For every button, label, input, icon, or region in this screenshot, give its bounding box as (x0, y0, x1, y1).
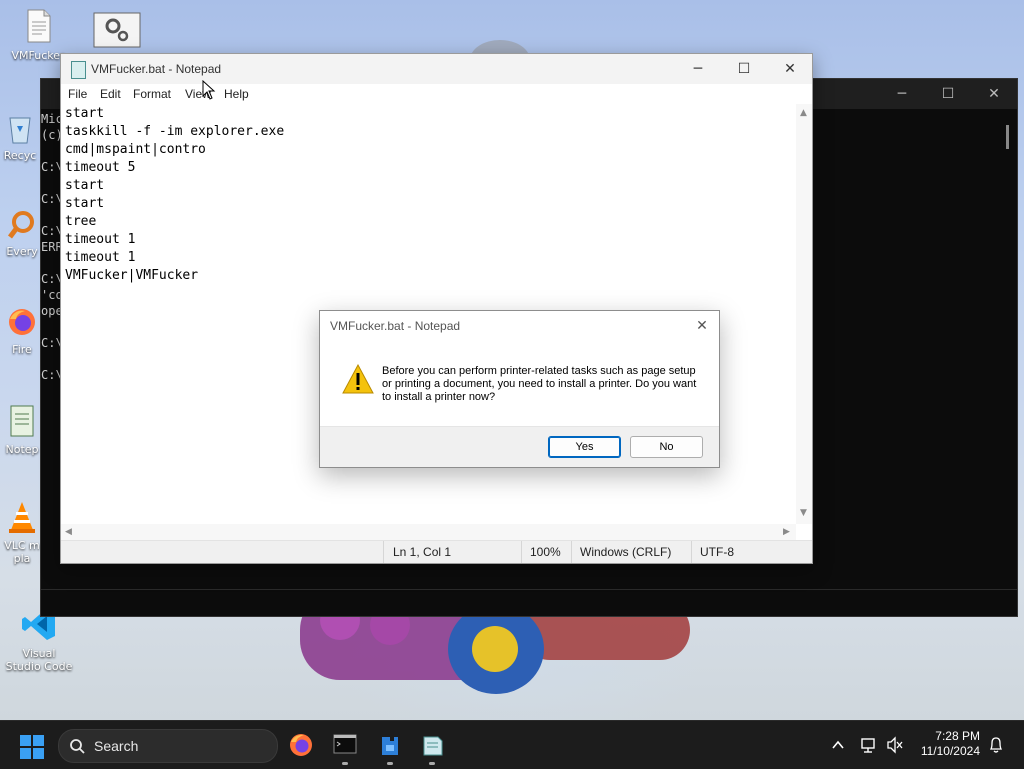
notepad-titlebar[interactable]: VMFucker.bat - Notepad ─ ☐ ✕ (61, 54, 812, 84)
running-indicator (387, 762, 393, 765)
vertical-scrollbar[interactable]: ▲ ▼ (796, 104, 812, 524)
desktop-icon-notepad[interactable]: Notep (0, 404, 44, 456)
minimize-icon[interactable]: ─ (675, 54, 721, 84)
desktop-icon-firefox[interactable]: Fire (0, 306, 44, 356)
text-file-icon (27, 9, 51, 43)
search-icon (70, 739, 85, 754)
text-line: start (65, 196, 105, 211)
cmd-scrollbar[interactable] (1006, 125, 1009, 149)
printer-dialog[interactable]: VMFucker.bat - Notepad ✕ Before you can … (319, 310, 720, 468)
dialog-message: Before you can perform printer-related t… (382, 365, 697, 403)
text-line: start (65, 178, 105, 193)
desktop-icon-vlc[interactable]: VLC m pla (0, 500, 44, 565)
menu-help[interactable]: Help (224, 87, 249, 101)
running-indicator (342, 762, 348, 765)
close-icon[interactable]: ✕ (767, 54, 813, 84)
status-zoom: 100% (530, 545, 561, 559)
status-divider (521, 541, 522, 563)
maximize-icon[interactable]: ☐ (721, 54, 767, 84)
recycle-bin-icon (9, 117, 31, 144)
notepad-window[interactable]: VMFucker.bat - Notepad ─ ☐ ✕ File Edit F… (60, 53, 813, 564)
text-line: taskkill -f -im explorer.exe (65, 124, 285, 139)
status-divider (691, 541, 692, 563)
no-button[interactable]: No (630, 436, 703, 458)
scroll-down-icon[interactable]: ▼ (800, 508, 807, 518)
scroll-up-icon[interactable]: ▲ (800, 108, 807, 118)
firefox-icon (9, 309, 35, 335)
clock-time: 7:28 PM (935, 729, 980, 743)
clock-date: 11/10/2024 (920, 744, 980, 758)
taskbar-clock[interactable]: 7:28 PM 11/10/2024 (921, 729, 980, 759)
horizontal-scrollbar[interactable]: ◀ ▶ (61, 524, 796, 540)
windows-start-icon[interactable] (20, 735, 44, 759)
desktop-icon-recycle-bin[interactable]: Recyc (0, 112, 42, 162)
status-encoding: UTF-8 (700, 545, 734, 559)
desktop-icon-label: Recyc (3, 149, 37, 162)
desktop-icon-everything[interactable]: Every (0, 210, 44, 258)
close-icon[interactable]: ✕ (689, 313, 715, 339)
status-cursor-position: Ln 1, Col 1 (393, 545, 452, 559)
network-icon[interactable] (860, 721, 878, 769)
notepad-icon (423, 736, 443, 756)
notepad-menubar: File Edit Format View Help (61, 84, 812, 104)
status-line-ending: Windows (CRLF) (580, 545, 672, 559)
volume-muted-icon[interactable] (886, 721, 904, 769)
notification-bell-icon[interactable] (988, 721, 1004, 769)
firefox-icon (290, 734, 312, 756)
status-divider (571, 541, 572, 563)
notepad-icon (10, 405, 34, 437)
desktop-icon-settings-file[interactable] (92, 12, 142, 53)
text-line: timeout 1 (65, 232, 136, 247)
notepad-title: VMFucker.bat - Notepad (91, 62, 222, 76)
scroll-left-icon[interactable]: ◀ (65, 527, 72, 537)
warning-icon (342, 364, 374, 394)
dialog-title: VMFucker.bat - Notepad (330, 319, 461, 333)
taskbar: Search 7:28 PM 11/10/2024 (0, 720, 1024, 769)
chevron-up-icon[interactable] (830, 721, 846, 769)
dialog-footer: Yes No (320, 426, 719, 467)
minimize-icon[interactable]: ─ (879, 79, 925, 109)
puzzle-app-icon (382, 737, 398, 755)
desktop-icon-label: Fire (12, 343, 32, 356)
text-line: VMFucker|VMFucker (65, 268, 199, 283)
taskbar-firefox[interactable] (283, 729, 319, 761)
notepad-statusbar: Ln 1, Col 1 100% Windows (CRLF) UTF-8 (61, 540, 812, 563)
mouse-cursor-icon (202, 80, 216, 100)
vlc-cone-icon (9, 502, 35, 533)
taskbar-notepad[interactable] (414, 729, 450, 765)
taskbar-app-blue[interactable] (372, 729, 408, 765)
dialog-titlebar[interactable]: VMFucker.bat - Notepad ✕ (320, 311, 719, 341)
menu-edit[interactable]: Edit (100, 87, 121, 101)
cmd-bottom-bar (41, 589, 1017, 616)
yes-button[interactable]: Yes (548, 436, 621, 458)
taskbar-search-box[interactable]: Search (58, 729, 278, 763)
notepad-app-icon (71, 61, 86, 79)
scroll-right-icon[interactable]: ▶ (783, 527, 790, 537)
text-line: timeout 5 (65, 160, 136, 175)
menu-file[interactable]: File (68, 87, 87, 101)
desktop-icon-label: Notep (5, 443, 39, 456)
text-line: start (65, 106, 105, 121)
terminal-icon (333, 734, 357, 754)
desktop-icon-label: Every (6, 245, 38, 258)
text-line: cmd|mspaint|contro (65, 142, 206, 157)
gear-file-icon (93, 12, 141, 48)
menu-format[interactable]: Format (133, 87, 171, 101)
status-divider (383, 541, 384, 563)
search-magnifier-icon (8, 211, 34, 239)
wallpaper-wheel-hub (472, 626, 518, 672)
close-icon[interactable]: ✕ (971, 79, 1017, 109)
maximize-icon[interactable]: ☐ (925, 79, 971, 109)
desktop-icon-label: VLC m pla (4, 539, 40, 565)
running-indicator (429, 762, 435, 765)
desktop-icon-label: Visual Studio Code (5, 647, 73, 673)
text-line: timeout 1 (65, 250, 136, 265)
text-line: tree (65, 214, 97, 229)
taskbar-terminal[interactable] (327, 729, 363, 765)
search-label: Search (94, 738, 139, 754)
